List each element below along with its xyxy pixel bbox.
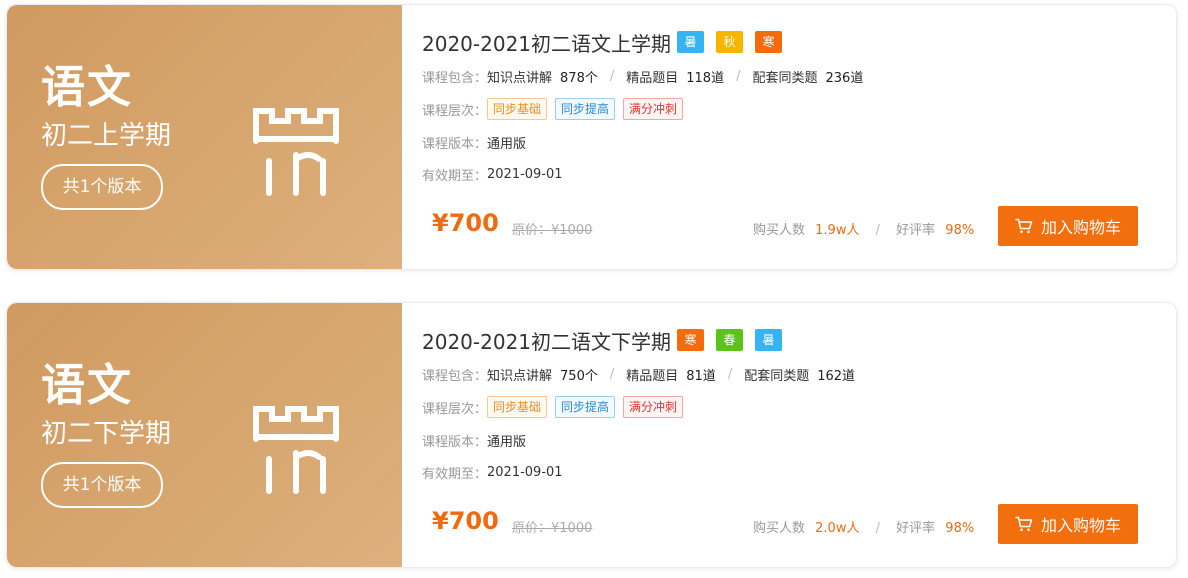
cart-icon [1015,218,1033,234]
course-stats: 购买人数 1.9w人 / 好评率 98% [753,219,974,238]
season-badge-winter: 寒 [755,31,783,53]
separator: / [875,521,880,536]
course-expiry: 有效期至： 2021-09-01 [422,463,563,482]
castle-logo-icon [253,406,339,494]
cart-icon [1015,516,1033,532]
cover-term: 初二下学期 [41,419,172,449]
rating-value: 98% [945,223,975,238]
buyers-count: 1.9w人 [815,223,860,238]
level-tag-basic[interactable]: 同步基础 [487,98,548,120]
original-price: 原价：¥1000 [512,521,593,536]
course-cover[interactable]: 语文 初二上学期 共1个版本 [7,5,402,269]
price: ¥700 [432,209,499,237]
rating-label: 好评率 [896,521,936,536]
price: ¥700 [432,507,499,535]
version-count-button[interactable]: 共1个版本 [41,164,163,210]
cover-term: 初二上学期 [41,121,172,151]
knowledge-label: 知识点讲解 [487,71,553,86]
premium-label: 精品题目 [626,369,679,384]
level-tag-improve[interactable]: 同步提高 [555,98,616,120]
castle-logo-icon [253,108,339,196]
season-badge-winter: 寒 [677,329,705,351]
level-tag-improve[interactable]: 同步提高 [555,396,616,418]
contents-label: 课程包含： [422,71,488,86]
level-tag-full-score[interactable]: 满分冲刺 [623,98,684,120]
rating-value: 98% [945,521,975,536]
add-to-cart-label: 加入购物车 [1040,518,1121,535]
level-tag-basic[interactable]: 同步基础 [487,396,548,418]
version-count-button[interactable]: 共1个版本 [41,462,163,508]
cover-subject: 语文 [41,62,133,113]
separator: / [727,367,733,382]
add-to-cart-button[interactable]: 加入购物车 [998,206,1138,246]
course-contents: 课程包含： 知识点讲解 878个 / 精品题目 118道 / 配套同类题 236… [422,67,863,86]
level-label: 课程层次： [422,103,488,119]
rating-label: 好评率 [896,223,936,238]
course-card[interactable]: 语文 初二上学期 共1个版本 2020-2021初二语文上学期 暑 秋 寒 课程… [6,4,1177,270]
course-card[interactable]: 语文 初二下学期 共1个版本 2020-2021初二语文下学期 寒 春 暑 课程… [6,302,1177,568]
cover-subject: 语文 [41,360,133,411]
separator: / [609,367,615,382]
original-price: 原价：¥1000 [512,223,593,238]
premium-label: 精品题目 [626,71,679,86]
course-title[interactable]: 2020-2021初二语文上学期 [422,28,671,57]
level-tag-full-score[interactable]: 满分冲刺 [623,396,684,418]
course-levels: 课程层次： 同步基础 同步提高 满分冲刺 [422,98,691,120]
course-expiry: 有效期至： 2021-09-01 [422,165,563,184]
course-levels: 课程层次： 同步基础 同步提高 满分冲刺 [422,396,691,418]
separator: / [736,69,741,84]
buyers-label: 购买人数 [753,223,806,238]
course-edition: 课程版本： 通用版 [422,133,526,152]
buyers-count: 2.0w人 [815,521,860,536]
separator: / [609,69,615,84]
edition-value: 通用版 [487,137,527,152]
buyers-label: 购买人数 [753,521,806,536]
separator: / [875,223,880,238]
similar-count: 162道 [817,369,856,384]
level-label: 课程层次： [422,401,488,417]
edition-label: 课程版本： [422,435,488,450]
season-badge-summer: 暑 [677,31,705,53]
knowledge-label: 知识点讲解 [487,369,553,384]
expiry-label: 有效期至： [422,467,488,482]
edition-label: 课程版本： [422,137,488,152]
similar-count: 236道 [825,71,864,86]
premium-count: 81道 [686,369,716,384]
premium-count: 118道 [686,71,725,86]
edition-value: 通用版 [487,435,527,450]
expiry-value: 2021-09-01 [487,465,563,480]
expiry-label: 有效期至： [422,169,488,184]
knowledge-count: 750个 [560,369,598,384]
expiry-value: 2021-09-01 [487,167,563,182]
season-badge-summer: 暑 [755,329,783,351]
course-title[interactable]: 2020-2021初二语文下学期 [422,326,671,355]
course-contents: 课程包含： 知识点讲解 750个 / 精品题目 81道 / 配套同类题 162道 [422,365,855,384]
add-to-cart-button[interactable]: 加入购物车 [998,504,1138,544]
similar-label: 配套同类题 [744,369,810,384]
similar-label: 配套同类题 [752,71,818,86]
course-stats: 购买人数 2.0w人 / 好评率 98% [753,517,974,536]
course-edition: 课程版本： 通用版 [422,431,526,450]
add-to-cart-label: 加入购物车 [1040,220,1121,237]
course-cover[interactable]: 语文 初二下学期 共1个版本 [7,303,402,567]
knowledge-count: 878个 [560,71,598,86]
contents-label: 课程包含： [422,369,488,384]
season-badge-spring: 春 [716,329,744,351]
season-badge-autumn: 秋 [716,31,744,53]
